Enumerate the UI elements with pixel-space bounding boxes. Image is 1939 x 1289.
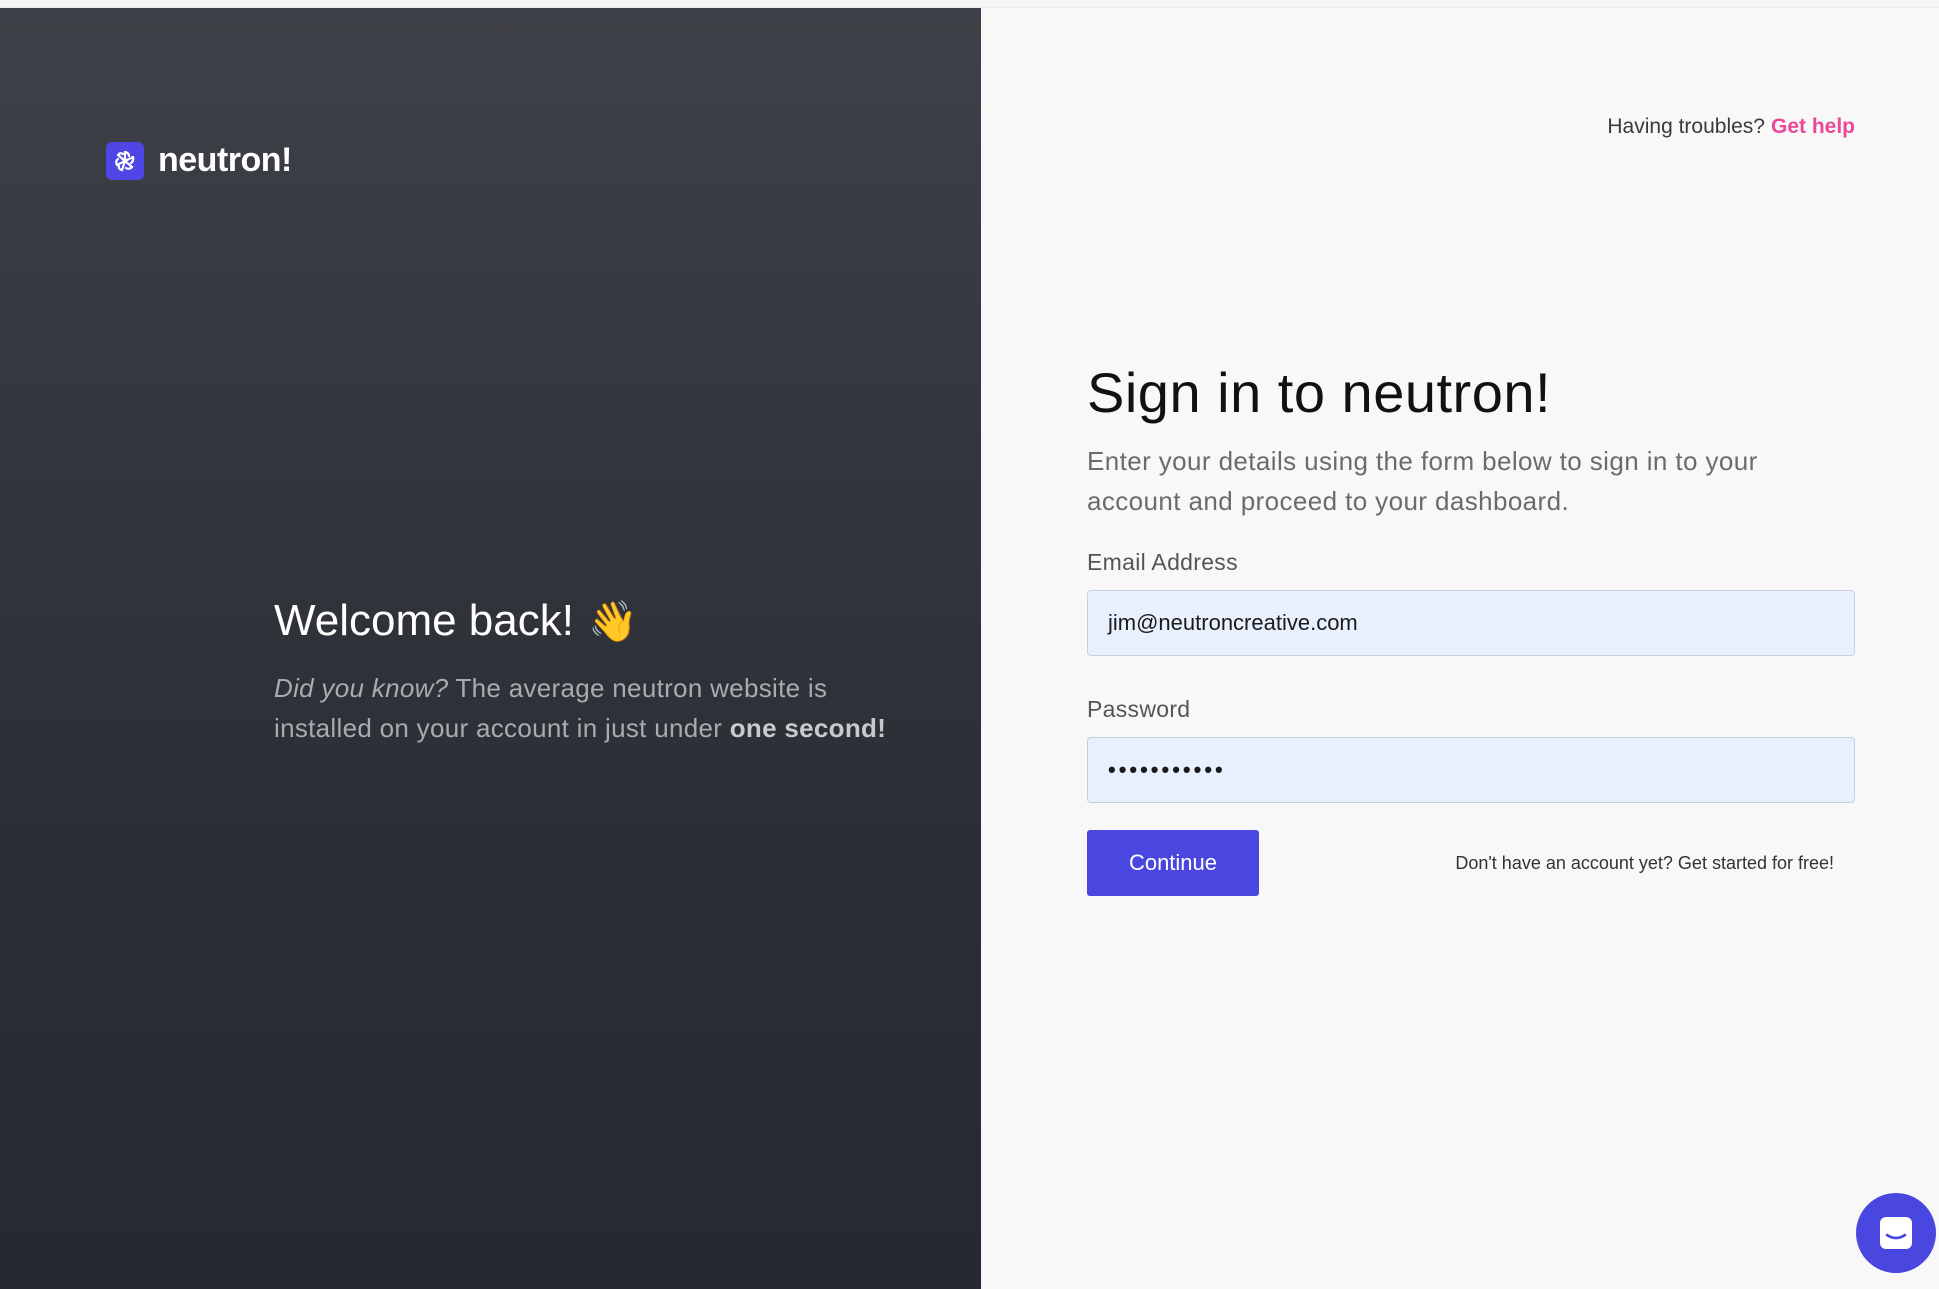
fun-fact: Did you know? The average neutron websit… — [274, 668, 894, 748]
page-title: Sign in to neutron! — [1087, 361, 1552, 424]
signin-form: Sign in to neutron! Enter your details u… — [1087, 360, 1855, 896]
fun-fact-emphasis: one second! — [729, 713, 887, 743]
flower-icon — [106, 141, 144, 180]
password-label: Password — [1087, 696, 1191, 722]
brand-name: neutron! — [158, 141, 292, 179]
welcome-panel: neutron! Welcome back! 👋 Did you know? T… — [0, 8, 981, 1289]
signup-link[interactable]: Don't have an account yet? Get started f… — [1455, 853, 1834, 874]
form-actions: Continue Don't have an account yet? Get … — [1087, 830, 1855, 896]
welcome-title-text: Welcome back! — [274, 596, 574, 645]
form-subtitle: Enter your details using the form below … — [1087, 446, 1758, 516]
brand-logo[interactable]: neutron! — [106, 141, 292, 180]
help-question: Having troubles? — [1607, 115, 1765, 138]
password-field[interactable]: ••••••••••• — [1087, 737, 1855, 803]
fun-fact-prefix: Did you know? — [274, 673, 449, 703]
get-help-link[interactable]: Get help — [1771, 115, 1855, 138]
continue-button[interactable]: Continue — [1087, 830, 1259, 896]
email-field[interactable]: jim@neutroncreative.com — [1087, 590, 1855, 656]
browser-top-strip — [0, 0, 1939, 8]
welcome-title: Welcome back! 👋 — [274, 596, 894, 646]
chat-launcher-button[interactable] — [1856, 1193, 1936, 1273]
welcome-block: Welcome back! 👋 Did you know? The averag… — [274, 596, 894, 748]
help-prompt: Having troubles? Get help — [1607, 115, 1855, 139]
waving-hand-icon: 👋 — [587, 599, 638, 644]
chat-icon — [1880, 1217, 1912, 1249]
email-label: Email Address — [1087, 549, 1238, 575]
signin-panel: Having troubles? Get help Sign in to neut… — [981, 8, 1939, 1289]
